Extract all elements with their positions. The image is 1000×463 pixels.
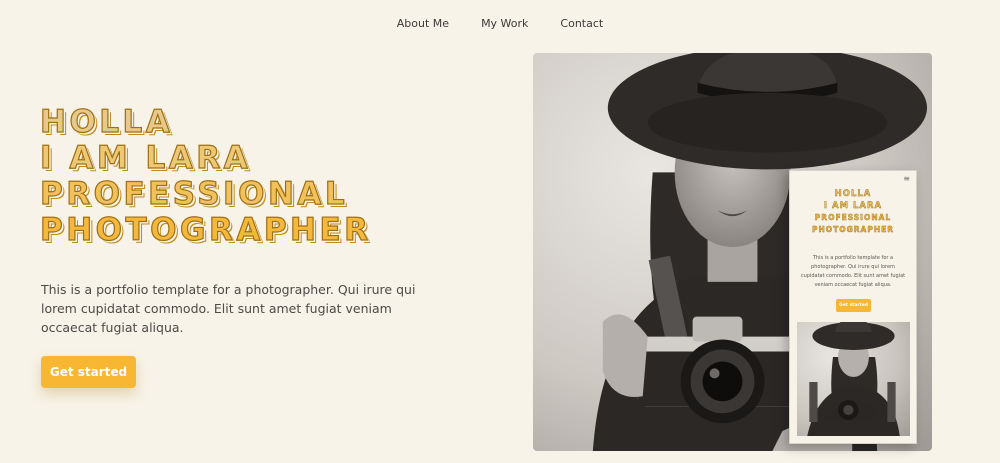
mobile-hero-title: HOLLA I AM LARA PROFESSIONAL PHOTOGRAPHE… [790, 188, 916, 236]
mobile-title-line: PROFESSIONAL [814, 213, 892, 222]
hero-title-line: PROFESSIONAL [39, 175, 349, 212]
hero-title-line: HOLLA [39, 103, 174, 140]
mobile-hero-photo [797, 322, 910, 436]
nav-my-work[interactable]: My Work [481, 14, 528, 33]
hero-title-line: I AM LARA [39, 139, 252, 176]
mobile-title-line: I AM LARA [823, 201, 883, 211]
nav-contact[interactable]: Contact [560, 14, 603, 33]
mobile-preview: ≡ HOLLA I AM LARA PROFESSIONAL PHOTOGRAP… [789, 170, 917, 444]
top-nav: About Me My Work Contact [0, 14, 1000, 33]
get-started-button[interactable]: Get started [41, 356, 136, 388]
nav-about-me[interactable]: About Me [397, 14, 449, 33]
hero-title: HOLLA I AM LARA PROFESSIONAL PHOTOGRAPHE… [39, 103, 372, 248]
hamburger-icon[interactable]: ≡ [903, 174, 910, 183]
mobile-get-started-button[interactable]: Get started [836, 299, 871, 312]
mobile-title-line: HOLLA [834, 189, 872, 199]
hero-title-line: PHOTOGRAPHER [39, 211, 372, 248]
hero-description: This is a portfolio template for a photo… [41, 282, 416, 335]
mobile-title-line: PHOTOGRAPHER [811, 225, 895, 234]
mobile-hero-description: This is a portfolio template for a photo… [800, 255, 906, 288]
mobile-photographer-illustration [807, 322, 900, 436]
